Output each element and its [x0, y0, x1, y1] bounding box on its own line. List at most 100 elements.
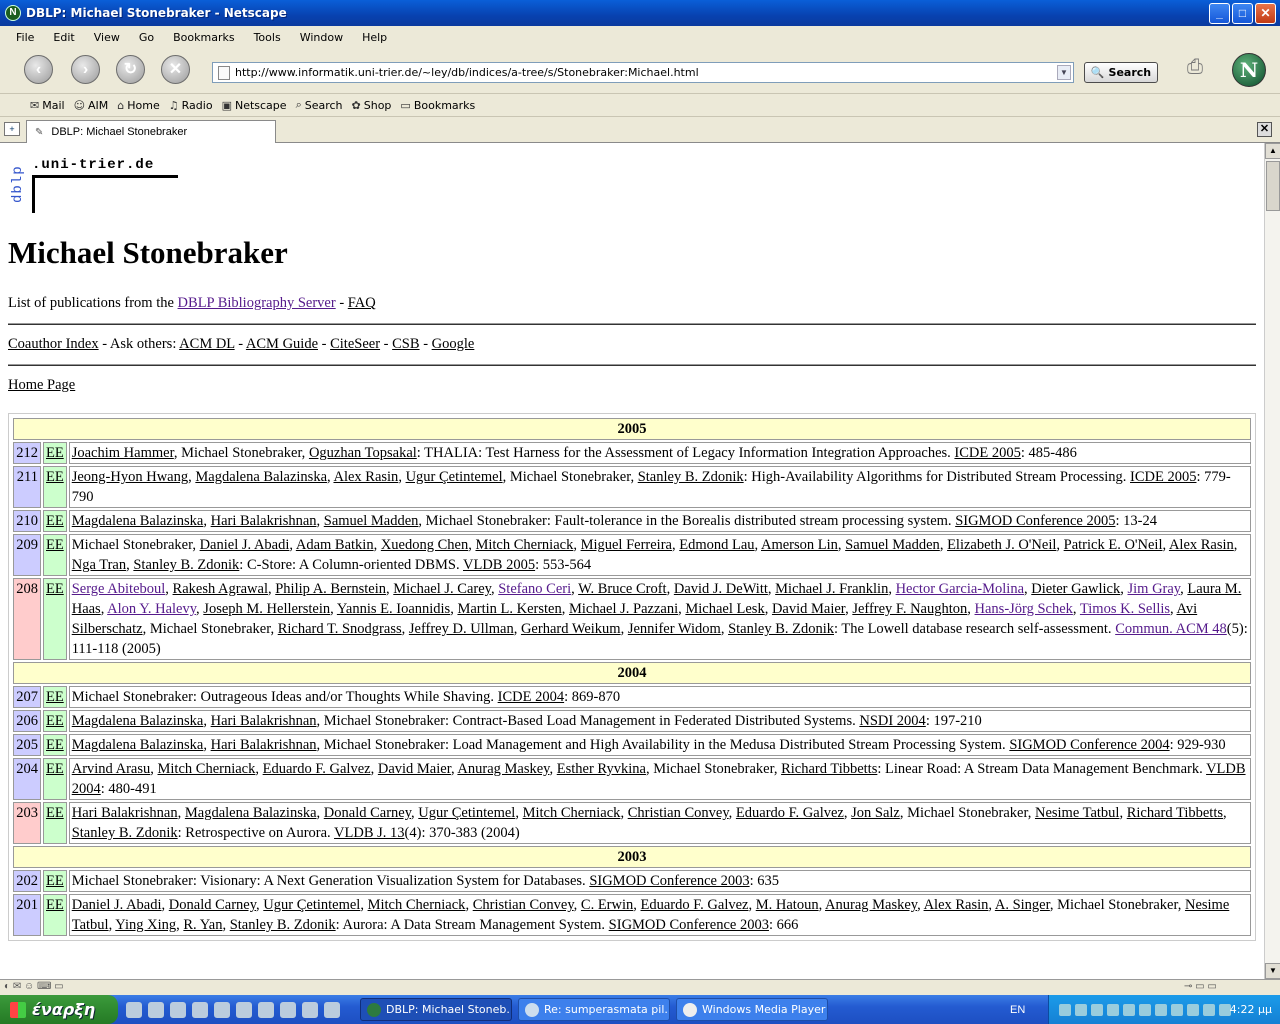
entry-link[interactable]: Daniel J. Abadi	[72, 897, 162, 913]
publication-entry[interactable]: Magdalena Balazinska, Hari Balakrishnan,…	[68, 510, 1251, 532]
language-indicator[interactable]: EN	[1010, 1004, 1025, 1016]
entry-link[interactable]: SIGMOD Conference 2003	[609, 917, 769, 933]
entry-link[interactable]: Dieter Gawlick	[1031, 581, 1120, 597]
menu-view[interactable]: View	[82, 31, 127, 44]
entry-link[interactable]: Joseph M. Hellerstein	[203, 601, 330, 617]
entry-link[interactable]: SIGMOD Conference 2003	[589, 873, 749, 889]
entry-link[interactable]: Michael J. Pazzani	[569, 601, 678, 617]
entry-link[interactable]: Mitch Cherniack	[523, 805, 621, 821]
faq-link[interactable]: FAQ	[348, 295, 376, 311]
start-button[interactable]: έναρξη	[0, 995, 118, 1024]
csb-link[interactable]: CSB	[392, 336, 419, 352]
entry-link[interactable]: Hari Balakrishnan	[211, 737, 317, 753]
quicklaunch-icon[interactable]	[192, 1001, 208, 1018]
tray-icon[interactable]	[1059, 1003, 1071, 1016]
close-tab-icon[interactable]: ✕	[1257, 122, 1272, 137]
publication-entry[interactable]: Michael Stonebraker: Visionary: A Next G…	[68, 870, 1251, 892]
entry-link[interactable]: Adam Batkin	[296, 537, 374, 553]
entry-link[interactable]: C. Erwin	[581, 897, 633, 913]
entry-link[interactable]: Ugur Çetintemel	[406, 469, 503, 485]
entry-link[interactable]: Edmond Lau	[679, 537, 754, 553]
tray-icon[interactable]	[1075, 1003, 1087, 1016]
maximize-button[interactable]: □	[1232, 2, 1253, 24]
entry-link[interactable]: Christian Convey	[628, 805, 729, 821]
new-tab-icon[interactable]: +	[4, 122, 20, 136]
menu-file[interactable]: File	[4, 31, 41, 44]
entry-link[interactable]: VLDB 2005	[463, 557, 535, 573]
tray-icon[interactable]	[1203, 1003, 1215, 1016]
ee-link[interactable]: EE	[46, 873, 64, 889]
entry-link[interactable]: M. Hatoun	[756, 897, 819, 913]
minimize-button[interactable]: _	[1209, 2, 1230, 24]
entry-link[interactable]: Elizabeth J. O'Neil	[947, 537, 1056, 553]
toolbar-bookmarks[interactable]: ▭ Bookmarks	[400, 99, 475, 112]
menu-help[interactable]: Help	[350, 31, 394, 44]
entry-link[interactable]: Samuel Madden	[324, 513, 419, 529]
entry-link[interactable]: Magdalena Balazinska	[195, 469, 327, 485]
entry-link[interactable]: Miguel Ferreira	[581, 537, 672, 553]
url-bar[interactable]: http://www.informatik.uni-trier.de/~ley/…	[212, 62, 1074, 83]
entry-link[interactable]: Stanley B. Zdonik	[230, 917, 336, 933]
entry-link[interactable]: Nesime Tatbul	[1035, 805, 1120, 821]
netscape-logo[interactable]: N	[1232, 53, 1266, 87]
entry-link[interactable]: Commun. ACM 48	[1115, 621, 1227, 637]
entry-link[interactable]: Richard Tibbetts	[1127, 805, 1223, 821]
entry-link[interactable]: Xuedong Chen	[381, 537, 468, 553]
print-icon[interactable]: ⎙	[1180, 56, 1210, 82]
entry-link[interactable]: SIGMOD Conference 2004	[1009, 737, 1169, 753]
publication-entry[interactable]: Hari Balakrishnan, Magdalena Balazinska,…	[68, 802, 1251, 844]
quicklaunch-icon[interactable]	[324, 1001, 340, 1018]
entry-link[interactable]: Nga Tran	[72, 557, 126, 573]
entry-link[interactable]: Stefano Ceri	[498, 581, 571, 597]
entry-link[interactable]: Ugur Çetintemel	[418, 805, 515, 821]
ee-link[interactable]: EE	[46, 469, 64, 485]
entry-link[interactable]: Christian Convey	[473, 897, 574, 913]
quicklaunch-icon[interactable]	[148, 1001, 164, 1018]
entry-link[interactable]: Amerson Lin	[761, 537, 838, 553]
scroll-down-icon[interactable]: ▼	[1265, 963, 1280, 979]
entry-link[interactable]: Eduardo F. Galvez	[641, 897, 749, 913]
entry-link[interactable]: Anurag Maskey	[457, 761, 549, 777]
entry-link[interactable]: Donald Carney	[169, 897, 256, 913]
task-mail[interactable]: Re: sumperasmata pil...	[518, 998, 670, 1021]
entry-link[interactable]: Alex Rasin	[333, 469, 398, 485]
entry-link[interactable]: Arvind Arasu	[72, 761, 151, 777]
entry-link[interactable]: Gerhard Weikum	[521, 621, 621, 637]
entry-link[interactable]: Mitch Cherniack	[158, 761, 256, 777]
toolbar-netscape[interactable]: ▣ Netscape	[222, 99, 287, 112]
entry-link[interactable]: Magdalena Balazinska	[72, 737, 204, 753]
entry-link[interactable]: Magdalena Balazinska	[72, 513, 204, 529]
entry-link[interactable]: Eduardo F. Galvez	[263, 761, 371, 777]
entry-link[interactable]: VLDB J. 13	[334, 825, 405, 841]
tab-dblp[interactable]: ✎ DBLP: Michael Stonebraker	[26, 120, 276, 143]
quicklaunch-icon[interactable]	[302, 1001, 318, 1018]
forward-button[interactable]: ›	[71, 55, 100, 84]
ee-link[interactable]: EE	[46, 445, 64, 461]
ee-link[interactable]: EE	[46, 537, 64, 553]
vertical-scrollbar[interactable]: ▲ ▼	[1264, 143, 1280, 979]
entry-link[interactable]: Oguzhan Topsakal	[309, 445, 417, 461]
ee-link[interactable]: EE	[46, 713, 64, 729]
ee-link[interactable]: EE	[46, 897, 64, 913]
quicklaunch-icon[interactable]	[236, 1001, 252, 1018]
publication-entry[interactable]: Jeong-Hyon Hwang, Magdalena Balazinska, …	[68, 466, 1251, 508]
citeseer-link[interactable]: CiteSeer	[330, 336, 380, 352]
toolbar-shop[interactable]: ✿ Shop	[352, 99, 392, 112]
menu-edit[interactable]: Edit	[41, 31, 81, 44]
entry-link[interactable]: Alex Rasin	[1169, 537, 1234, 553]
entry-link[interactable]: Philip A. Bernstein	[275, 581, 386, 597]
entry-link[interactable]: Joachim Hammer	[72, 445, 174, 461]
publication-entry[interactable]: Magdalena Balazinska, Hari Balakrishnan,…	[68, 710, 1251, 732]
entry-link[interactable]: Jeffrey F. Naughton	[852, 601, 967, 617]
task-dblp[interactable]: DBLP: Michael Stoneb...	[360, 998, 512, 1021]
ee-link[interactable]: EE	[46, 805, 64, 821]
entry-link[interactable]: Hans-Jörg Schek	[975, 601, 1073, 617]
entry-link[interactable]: ICDE 2005	[954, 445, 1020, 461]
tray-icon[interactable]	[1091, 1003, 1103, 1016]
publication-entry[interactable]: Magdalena Balazinska, Hari Balakrishnan,…	[68, 734, 1251, 756]
entry-link[interactable]: NSDI 2004	[859, 713, 925, 729]
ee-link[interactable]: EE	[46, 689, 64, 705]
entry-link[interactable]: Magdalena Balazinska	[72, 713, 204, 729]
toolbar-mail[interactable]: ✉ Mail	[30, 99, 65, 112]
toolbar-home[interactable]: ⌂ Home	[117, 99, 159, 112]
